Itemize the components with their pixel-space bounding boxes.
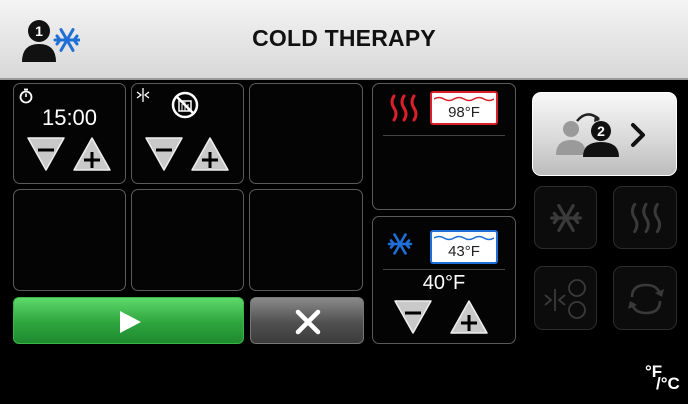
units-celsius-label: /°C xyxy=(656,374,680,393)
empty-tile xyxy=(131,189,244,291)
empty-tile xyxy=(249,83,363,184)
page-title: COLD THERAPY xyxy=(252,25,436,51)
compression-decrease-button[interactable] xyxy=(144,136,184,172)
heat-mode-button[interactable] xyxy=(613,186,677,249)
heat-icon xyxy=(630,202,662,234)
snowflake-icon xyxy=(550,204,582,232)
close-icon xyxy=(295,309,321,335)
divider xyxy=(383,269,505,270)
cold-mode-button[interactable] xyxy=(534,186,597,249)
heat-icon xyxy=(390,94,418,122)
divider xyxy=(383,135,505,136)
cold-temp-value: 43°F xyxy=(448,243,480,260)
water-wave-icon xyxy=(434,96,494,102)
play-icon xyxy=(120,311,141,333)
start-button[interactable] xyxy=(13,297,244,344)
empty-tile xyxy=(13,189,126,291)
compression-combo-icon xyxy=(544,279,586,319)
contrast-cycle-button[interactable] xyxy=(613,266,677,330)
timer-value: 15:00 xyxy=(41,105,98,130)
snowflake-icon xyxy=(387,233,413,255)
hot-temp-value: 98°F xyxy=(448,104,480,121)
switch-user-icon: 2 xyxy=(556,113,645,157)
timer-tile: 15:00 xyxy=(13,83,126,184)
cold-temp-display: 43°F xyxy=(430,230,498,264)
cold-bath-tile: 43°F 40°F xyxy=(372,216,516,344)
compression-tile xyxy=(131,83,244,184)
hot-bath-tile: 98°F xyxy=(372,83,516,210)
empty-tile xyxy=(249,189,363,291)
compression-increase-button[interactable] xyxy=(190,136,230,172)
compression-combo-button[interactable] xyxy=(534,266,597,330)
compression-icon xyxy=(136,88,150,102)
cold-setpoint-increase-button[interactable] xyxy=(449,299,489,335)
water-wave-icon xyxy=(434,235,494,241)
hot-temp-display: 98°F xyxy=(430,91,498,125)
switch-user-button[interactable]: 2 xyxy=(532,92,677,176)
header-bar: 1 COLD THERAPY xyxy=(0,0,688,80)
stopwatch-icon xyxy=(19,88,33,104)
cold-setpoint-decrease-button[interactable] xyxy=(393,299,433,335)
timer-increase-button[interactable] xyxy=(72,136,112,172)
units-toggle-button[interactable]: °F /°C xyxy=(643,362,683,396)
cancel-button[interactable] xyxy=(250,297,364,344)
cycle-icon xyxy=(628,283,664,315)
timer-decrease-button[interactable] xyxy=(26,136,66,172)
switch-user-number: 2 xyxy=(597,123,605,139)
compression-off-icon xyxy=(171,91,199,119)
cold-setpoint-value: 40°F xyxy=(422,272,466,294)
